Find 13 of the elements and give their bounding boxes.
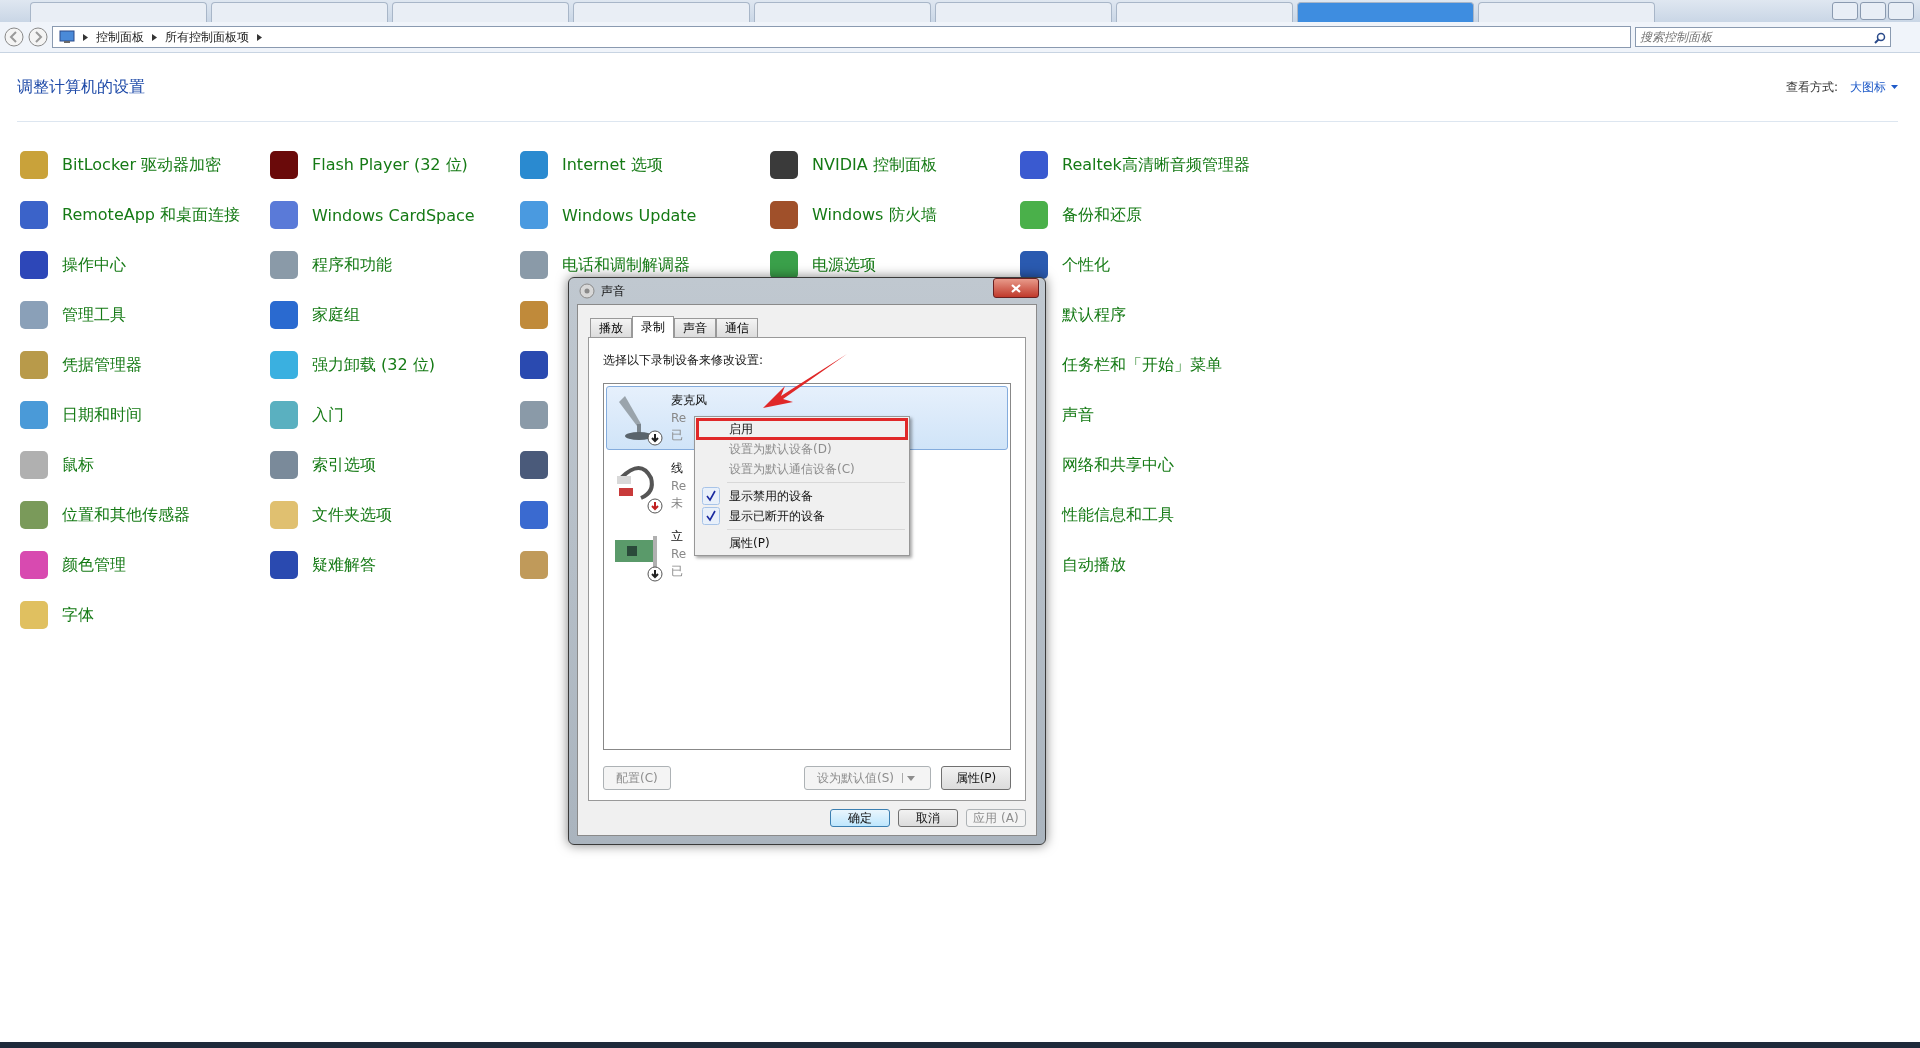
- device-description: Re: [671, 547, 687, 561]
- view-label: 查看方式:: [1785, 78, 1838, 96]
- page-title: 调整计算机的设置: [17, 76, 145, 98]
- device-name: 麦克风: [671, 392, 707, 409]
- device-status: 已: [671, 427, 684, 444]
- device-description: Re: [671, 479, 687, 493]
- device-name: 线: [671, 460, 684, 477]
- device-status: 已: [671, 563, 684, 580]
- device-status: 未: [671, 495, 684, 512]
- instruction-text: 选择以下录制设备来修改设置:: [603, 352, 765, 369]
- device-description: Re: [671, 411, 688, 425]
- device-name: 立: [671, 528, 684, 545]
- dialog-title: 声音: [601, 282, 625, 300]
